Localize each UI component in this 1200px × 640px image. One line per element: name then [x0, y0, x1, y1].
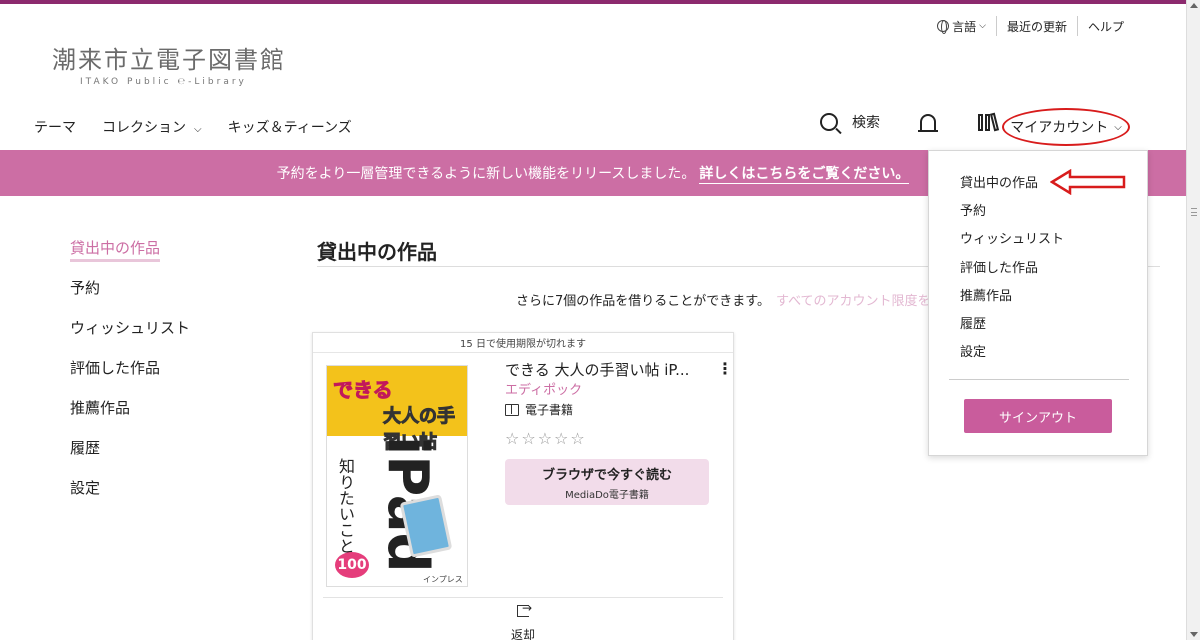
- sign-out-button[interactable]: サインアウト: [964, 399, 1112, 433]
- cover-topic: 知りたいこと: [336, 458, 355, 554]
- scrollbar[interactable]: [1186, 0, 1200, 640]
- dropdown-divider: [949, 379, 1129, 380]
- dropdown-menu: 貸出中の作品 予約 ウィッシュリスト 評価した作品 推薦作品 履歴 設定: [960, 171, 1064, 368]
- help-link[interactable]: ヘルプ: [1078, 18, 1134, 35]
- sidebar-item-loans[interactable]: 貸出中の作品: [70, 236, 190, 276]
- borrow-info-text: さらに7個の作品を借りることができます。: [516, 294, 770, 309]
- book-format: 電子書籍: [505, 401, 573, 418]
- globe-icon: [937, 20, 950, 34]
- more-options-icon[interactable]: ⋮: [717, 361, 733, 377]
- sidebar-item-label: 貸出中の作品: [70, 239, 161, 262]
- utility-bar: 言語 ⌵ 最近の更新 ヘルプ: [927, 16, 1134, 36]
- return-label: 返却: [510, 628, 535, 640]
- language-label: 言語: [952, 19, 977, 34]
- card-divider: [323, 597, 723, 598]
- book-title[interactable]: できる 大人の手習い帖 iP...: [505, 359, 705, 380]
- chevron-down-icon: ⌵: [194, 124, 202, 135]
- cover-title-1: できる: [333, 378, 394, 403]
- my-account-label: マイアカウント: [1010, 120, 1109, 136]
- sidebar-item-holds[interactable]: 予約: [70, 276, 190, 316]
- chevron-down-icon: ⌵: [979, 21, 986, 31]
- account-sidebar: 貸出中の作品 予約 ウィッシュリスト 評価した作品 推薦作品 履歴 設定: [70, 236, 190, 516]
- page-title: 貸出中の作品: [317, 240, 437, 264]
- read-now-sublabel: MediaDo電子書籍: [565, 489, 649, 501]
- recent-updates-link[interactable]: 最近の更新: [997, 18, 1077, 35]
- library-logo[interactable]: 潮来市立電子図書館 ITAKO Public ℮-Library: [52, 40, 286, 87]
- account-dropdown: 貸出中の作品 予約 ウィッシュリスト 評価した作品 推薦作品 履歴 設定 サイン…: [928, 150, 1148, 456]
- banner-text: 予約をより一層管理できるように新しい機能をリリースしました。: [276, 166, 696, 182]
- language-menu[interactable]: 言語 ⌵: [927, 18, 996, 35]
- menu-item-holds[interactable]: 予約: [960, 199, 1064, 227]
- nav-kids[interactable]: キッズ＆ティーンズ: [228, 117, 352, 137]
- top-accent-bar: [0, 0, 1186, 4]
- book-publisher[interactable]: エディポック: [505, 379, 582, 398]
- format-label: 電子書籍: [525, 403, 574, 417]
- read-now-label: ブラウザで今すぐ読む: [541, 467, 672, 483]
- loan-card: 15 日で使用期限が切れます できる 大人の手習い帖 知りたいこと iPad 1…: [312, 332, 734, 640]
- scroll-down-icon[interactable]: [1190, 632, 1198, 637]
- nav-theme[interactable]: テーマ: [34, 117, 76, 137]
- search-icon[interactable]: [820, 113, 838, 131]
- return-button[interactable]: 返却: [503, 601, 543, 640]
- library-subtitle: ITAKO Public ℮-Library: [80, 77, 247, 87]
- read-now-button[interactable]: ブラウザで今すぐ読む MediaDo電子書籍: [505, 459, 709, 505]
- bell-icon[interactable]: [918, 114, 938, 132]
- sidebar-item-settings[interactable]: 設定: [70, 476, 190, 516]
- rating-stars[interactable]: ☆☆☆☆☆: [505, 429, 587, 448]
- sidebar-item-wishlist[interactable]: ウィッシュリスト: [70, 316, 190, 356]
- menu-item-rated[interactable]: 評価した作品: [960, 256, 1064, 284]
- menu-item-loans[interactable]: 貸出中の作品: [960, 171, 1064, 199]
- cover-badge: 100: [335, 552, 369, 578]
- chevron-down-icon: ⌵: [1114, 121, 1122, 133]
- library-title: 潮来市立電子図書館: [52, 46, 286, 74]
- scroll-up-icon[interactable]: [1190, 3, 1198, 8]
- nav-collection[interactable]: コレクション ⌵: [102, 117, 202, 137]
- borrow-info: さらに7個の作品を借りることができます。 すべてのアカウント限度を表: [516, 290, 944, 309]
- header-actions: 検索: [820, 112, 1000, 132]
- menu-item-recommended[interactable]: 推薦作品: [960, 284, 1064, 312]
- book-cover[interactable]: できる 大人の手習い帖 知りたいこと iPad 100 インプレス: [326, 365, 468, 587]
- cover-count: 100: [337, 557, 367, 573]
- return-icon: [517, 601, 532, 617]
- book-icon: [505, 403, 519, 416]
- expiry-notice: 15 日で使用期限が切れます: [313, 333, 733, 353]
- menu-item-wishlist[interactable]: ウィッシュリスト: [960, 227, 1064, 255]
- banner-link[interactable]: 詳しくはこちらをご覧ください。: [699, 163, 910, 184]
- menu-item-settings[interactable]: 設定: [960, 340, 1064, 368]
- books-icon[interactable]: [978, 112, 1000, 132]
- nav-collection-label: コレクション: [102, 120, 186, 136]
- account-limits-link[interactable]: すべてのアカウント限度を表: [776, 294, 944, 309]
- sidebar-item-recommended[interactable]: 推薦作品: [70, 396, 190, 436]
- sidebar-item-history[interactable]: 履歴: [70, 436, 190, 476]
- annotation-arrow-icon: [1050, 169, 1126, 195]
- search-label[interactable]: 検索: [852, 112, 880, 132]
- sidebar-item-rated[interactable]: 評価した作品: [70, 356, 190, 396]
- main-nav: テーマ コレクション ⌵ キッズ＆ティーンズ: [34, 117, 352, 137]
- cover-publisher: インプレス: [423, 575, 463, 584]
- scroll-grip-icon[interactable]: [1191, 208, 1197, 216]
- my-account-button[interactable]: マイアカウント ⌵: [1002, 108, 1130, 146]
- menu-item-history[interactable]: 履歴: [960, 312, 1064, 340]
